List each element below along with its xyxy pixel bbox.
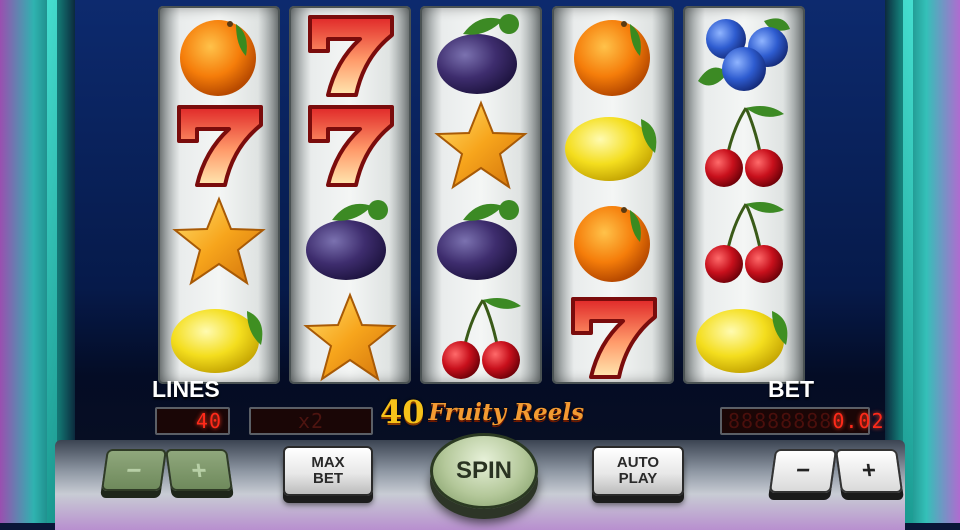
- minus-icon: −: [794, 457, 812, 484]
- cherry-symbol: [420, 290, 542, 384]
- lemon-symbol: [683, 290, 805, 384]
- plum-symbol: [420, 8, 542, 102]
- spin-button[interactable]: SPIN: [430, 433, 538, 509]
- plum-symbol: [420, 194, 542, 288]
- multiplier-display: x2: [249, 407, 373, 435]
- lines-decrease-button[interactable]: −: [101, 449, 167, 491]
- seven-symbol: [552, 290, 674, 384]
- orange-symbol: [158, 8, 280, 102]
- lines-increase-button[interactable]: +: [165, 449, 233, 491]
- bet-increase-button[interactable]: +: [834, 449, 904, 493]
- lines-value: 40: [195, 409, 222, 433]
- seven-symbol: [289, 8, 411, 102]
- lemon-symbol: [552, 98, 674, 192]
- seven-symbol: [289, 98, 411, 192]
- plus-icon: +: [189, 454, 209, 485]
- bet-dim-digits: 88888888: [728, 409, 833, 433]
- blueberry-symbol: [683, 8, 805, 102]
- multiplier-value: x2: [297, 409, 325, 433]
- plus-icon: +: [860, 457, 878, 484]
- orange-symbol: [552, 8, 674, 102]
- minus-icon: −: [124, 454, 144, 485]
- orange-symbol: [552, 194, 674, 288]
- lemon-symbol: [158, 290, 280, 384]
- auto-play-label-line1: AUTO: [616, 454, 660, 471]
- lines-display: 40: [155, 407, 230, 435]
- max-bet-button[interactable]: MAX BET: [283, 446, 373, 496]
- max-bet-label-line2: BET: [313, 470, 343, 487]
- bet-value: 0.02: [832, 409, 885, 433]
- max-bet-label-line1: MAX: [311, 454, 345, 471]
- bet-display: 888888880.02: [720, 407, 883, 435]
- auto-play-label-line2: PLAY: [618, 470, 658, 487]
- star-symbol: [420, 98, 542, 192]
- star-symbol: [289, 290, 411, 384]
- auto-play-button[interactable]: AUTO PLAY: [592, 446, 684, 496]
- game-logo: 40 Fruity Reels: [380, 392, 585, 432]
- bet-decrease-button[interactable]: −: [768, 449, 838, 493]
- plum-symbol: [289, 194, 411, 288]
- cherry-symbol: [683, 194, 805, 288]
- spin-label: SPIN: [455, 457, 512, 484]
- logo-name: Fruity Reels: [428, 398, 585, 426]
- seven-symbol: [158, 98, 280, 192]
- cherry-symbol: [683, 98, 805, 192]
- star-symbol: [158, 194, 280, 288]
- logo-number: 40: [380, 393, 425, 431]
